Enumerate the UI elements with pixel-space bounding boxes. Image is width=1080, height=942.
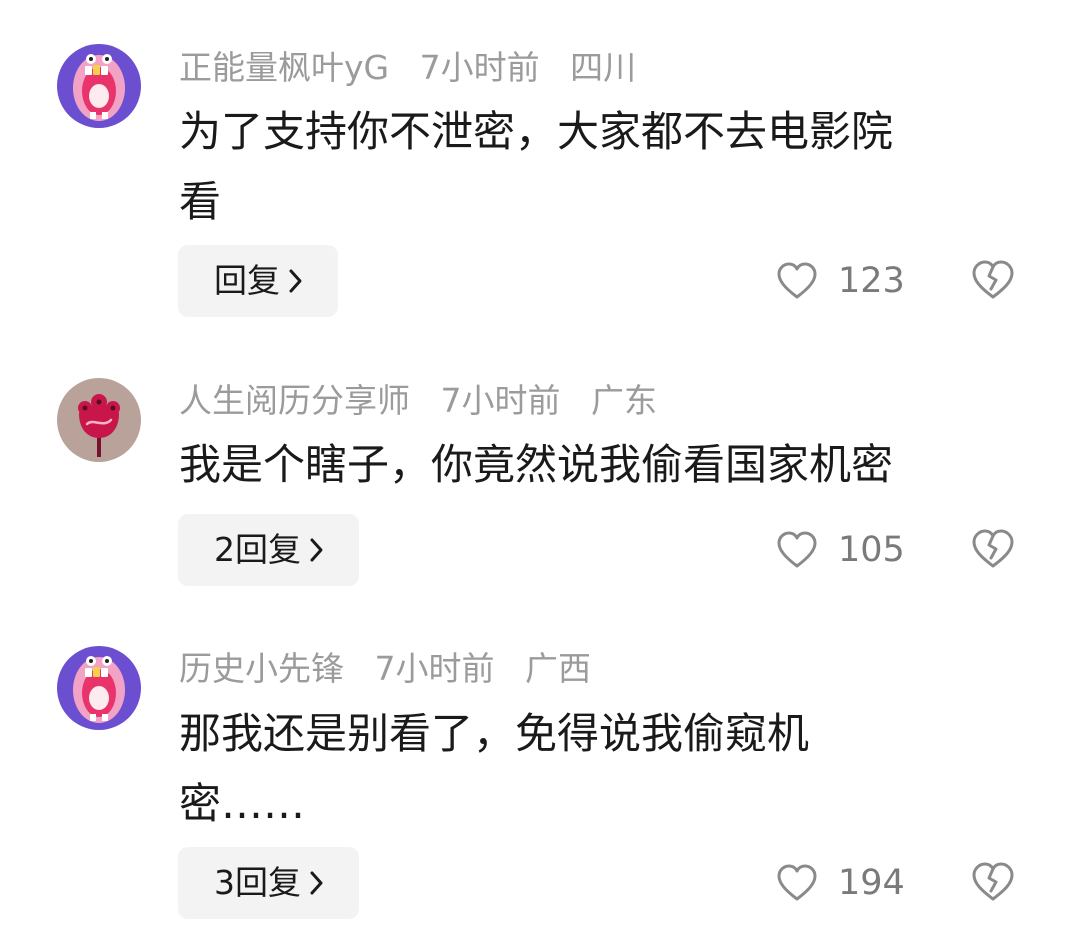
screaming-face-avatar-icon [57,44,141,128]
comment-text-line: 为了支持你不泄密，大家都不去电影院 [179,107,894,156]
reply-button[interactable]: 2回复 [178,514,359,586]
like-count: 194 [838,863,905,903]
chevron-right-icon [288,247,304,319]
avatar[interactable] [57,646,141,730]
like-button[interactable]: 105 [776,525,905,575]
username[interactable]: 历史小先锋 [179,649,344,688]
reply-label: 3回复 [214,863,301,902]
comment-location: 广西 [525,649,591,688]
avatar[interactable] [57,378,141,462]
screaming-face-avatar-icon [57,646,141,730]
broken-heart-icon [972,260,1014,299]
dislike-button[interactable] [971,259,1015,303]
comment-text-line: 那我还是别看了，免得说我偷窥机 [179,709,810,758]
comment-text-line: 看 [179,177,222,226]
comment-body: 我是个瞎子，你竟然说我偷看国家机密 [179,440,1009,490]
chevron-right-icon [309,849,325,921]
comment-time: 7小时前 [440,381,561,420]
heart-outline-icon [777,262,817,299]
comment-location: 广东 [591,381,657,420]
username[interactable]: 人生阅历分享师 [179,381,410,420]
comment-meta: 历史小先锋 7小时前 广西 [179,649,591,689]
chevron-right-icon [309,516,325,588]
comment-location: 四川 [570,48,637,87]
comment-time: 7小时前 [419,48,540,87]
heart-outline-icon [777,864,817,901]
comment-body: 为了支持你不泄密，大家都不去电影院 看 [179,107,1009,227]
broken-heart-icon [972,862,1014,901]
broken-heart-icon [972,529,1014,568]
reply-button[interactable]: 回复 [178,245,338,317]
reply-label: 回复 [214,261,280,300]
like-count: 123 [838,261,905,301]
like-button[interactable]: 123 [776,256,905,306]
comment-text-line: 我是个瞎子，你竟然说我偷看国家机密 [179,440,894,489]
flower-avatar-icon [57,378,141,462]
avatar[interactable] [57,44,141,128]
like-button[interactable]: 194 [776,858,905,908]
reply-label: 2回复 [214,530,301,569]
comment-text-line: 密…… [179,779,306,828]
comment-meta: 正能量枫叶yG 7小时前 四川 [179,48,636,88]
comment-meta: 人生阅历分享师 7小时前 广东 [179,381,657,421]
comment-time: 7小时前 [374,649,495,688]
heart-outline-icon [777,531,817,568]
dislike-button[interactable] [971,861,1015,905]
reply-button[interactable]: 3回复 [178,847,359,919]
comment-body: 那我还是别看了，免得说我偷窥机 密…… [179,709,1009,829]
dislike-button[interactable] [971,528,1015,572]
username[interactable]: 正能量枫叶yG [179,48,389,87]
like-count: 105 [838,530,905,570]
